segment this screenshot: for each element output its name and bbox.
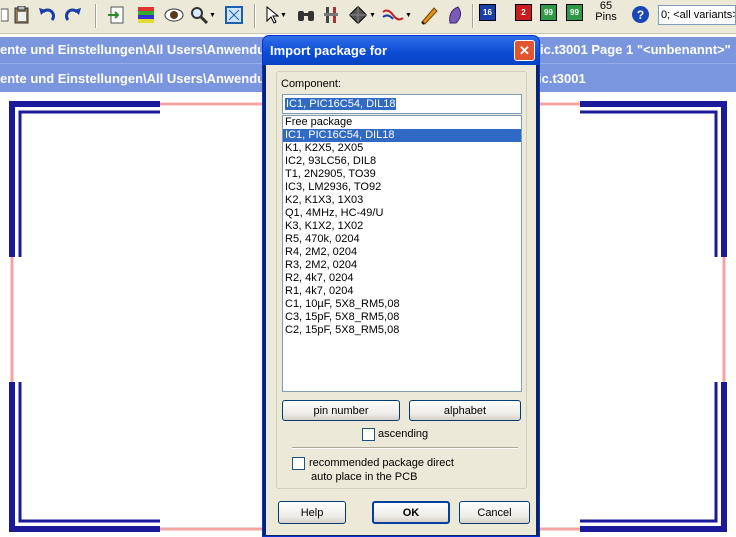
auto-place-label: auto place in the PCB	[311, 471, 418, 483]
document-title-left: ente und Einstellungen\All Users\Anwendu…	[0, 71, 281, 86]
package-list-item[interactable]: K1, K2X5, 2X05	[283, 142, 521, 155]
package-list-item[interactable]: R5, 470k, 0204	[283, 233, 521, 246]
corner-mark-bottom-right	[580, 382, 727, 532]
counter-badge-3[interactable]: 99	[540, 4, 557, 21]
corner-mark-top-right	[580, 101, 727, 257]
package-list-item[interactable]: IC2, 93LC56, DIL8	[283, 155, 521, 168]
package-list-item[interactable]: C1, 10µF, 5X8_RM5,08	[283, 298, 521, 311]
package-list-item[interactable]: R3, 2M2, 0204	[283, 259, 521, 272]
pins-counter: 65 Pins	[592, 1, 620, 23]
dialog-body: Component: IC1, PIC16C54, DIL18 Free pac…	[266, 65, 536, 535]
toolbar-separator	[254, 4, 256, 28]
shape-icon[interactable]	[444, 4, 468, 26]
alphabet-button[interactable]: alphabet	[409, 400, 521, 421]
corner-mark-top-left	[9, 101, 160, 257]
corner-mark-bottom-right-inner	[580, 382, 718, 523]
component-value: IC1, PIC16C54, DIL18	[285, 98, 397, 110]
copy-icon[interactable]	[0, 4, 10, 26]
document-title-left: ente und Einstellungen\All Users\Anwendu	[0, 42, 266, 57]
zoom-fit-icon[interactable]	[222, 4, 246, 26]
help-button[interactable]: Help	[278, 501, 346, 524]
paste-icon[interactable]	[12, 4, 32, 26]
package-list-item[interactable]: R2, 4k7, 0204	[283, 272, 521, 285]
recommended-package-checkbox[interactable]	[292, 457, 305, 470]
package-list-item[interactable]: C2, 15pF, 5X8_RM5,08	[283, 324, 521, 337]
variant-select[interactable]: 0; <all variants>	[658, 5, 736, 25]
counter-badge-4[interactable]: 99	[566, 4, 583, 21]
corner-mark-bottom-left	[9, 382, 160, 532]
package-list-item[interactable]: IC3, LM2936, TO92	[283, 181, 521, 194]
package-list-item[interactable]: C3, 15pF, 5X8_RM5,08	[283, 311, 521, 324]
pen-icon[interactable]	[416, 4, 442, 26]
package-list-item[interactable]: IC1, PIC16C54, DIL18	[283, 129, 521, 142]
dialog-title: Import package for	[263, 36, 539, 65]
binoculars-icon[interactable]	[294, 4, 318, 26]
ok-button[interactable]: OK	[372, 501, 450, 524]
close-icon: ✕	[519, 42, 530, 58]
ascending-checkbox[interactable]	[362, 428, 375, 441]
package-list-item[interactable]: Q1, 4MHz, HC-49/U	[283, 207, 521, 220]
component-label: Component:	[281, 78, 341, 90]
corner-mark-bottom-left-inner	[18, 382, 160, 523]
package-list-item[interactable]: T1, 2N2905, TO39	[283, 168, 521, 181]
tool-icon[interactable]	[320, 4, 344, 26]
pointer-icon[interactable]: ▼	[262, 4, 290, 26]
document-title-right: ic.t3001 Page 1 "<unbenannt>"	[540, 42, 731, 57]
undo-icon[interactable]	[36, 4, 58, 26]
package-list-item[interactable]: R1, 4k7, 0204	[283, 285, 521, 298]
package-list-item[interactable]: Free package	[283, 116, 521, 129]
package-list-item[interactable]: K2, K1X3, 1X03	[283, 194, 521, 207]
import-package-dialog: Import package for ✕ Component: IC1, PIC…	[262, 35, 540, 537]
pins-label: Pins	[595, 11, 617, 23]
package-list[interactable]: Free package IC1, PIC16C54, DIL18 K1, K2X5…	[282, 115, 522, 392]
counter-badge-2[interactable]: 2	[515, 4, 532, 21]
counter-badge-1[interactable]: 16	[479, 4, 496, 21]
pin-number-button[interactable]: pin number	[282, 400, 400, 421]
redo-icon[interactable]	[62, 4, 84, 26]
recommended-package-label: recommended package direct	[309, 457, 454, 469]
zoom-icon[interactable]: ▼	[188, 4, 218, 26]
eye-icon[interactable]	[162, 4, 186, 26]
ascending-label: ascending	[378, 428, 429, 440]
cancel-button[interactable]: Cancel	[459, 501, 530, 524]
close-button[interactable]: ✕	[514, 40, 535, 61]
component-icon[interactable]: ▼	[346, 4, 378, 26]
layers-icon[interactable]	[134, 4, 158, 26]
toolbar-separator	[95, 4, 97, 28]
wire-icon[interactable]: ▼	[380, 4, 414, 26]
toolbar-separator	[472, 4, 474, 28]
import-icon[interactable]	[106, 4, 130, 26]
component-field[interactable]: IC1, PIC16C54, DIL18	[282, 94, 522, 114]
package-list-item[interactable]: K3, K1X2, 1X02	[283, 220, 521, 233]
document-title-right: ic.t3001	[538, 71, 586, 86]
corner-mark-top-left-inner	[18, 110, 160, 257]
help-icon[interactable]: ?	[632, 6, 649, 23]
main-toolbar: ▼ ▼ ▼ ▼ 16 2 99 99 65 Pins ? 0; <all var…	[0, 0, 736, 34]
dialog-divider	[292, 447, 518, 449]
package-list-item[interactable]: R4, 2M2, 0204	[283, 246, 521, 259]
corner-mark-top-right-inner	[580, 110, 718, 257]
